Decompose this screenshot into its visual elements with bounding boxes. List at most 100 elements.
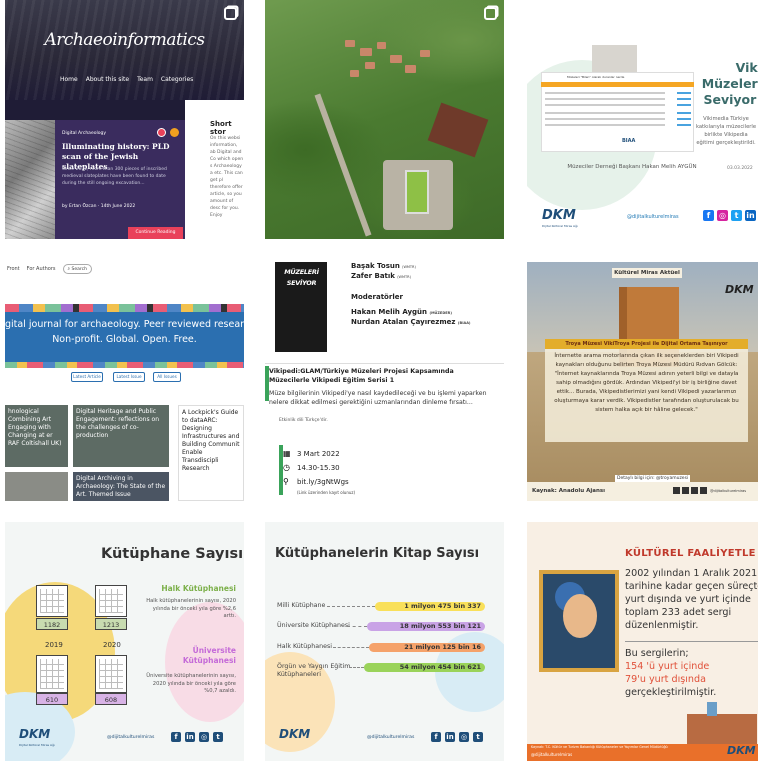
social-handle: @dijitalkulturelmiras (107, 735, 155, 740)
linkedin-icon (700, 487, 707, 494)
house (390, 55, 402, 63)
house (360, 48, 372, 56)
year-2019: 2019 (45, 641, 63, 649)
nav-team: Team (137, 76, 153, 83)
source-note: Kaynak: T.C. Kültür ve Turizm Bakanlığı … (531, 745, 668, 749)
slide-header-bar (541, 82, 694, 87)
post-troya-muzesi[interactable]: Kültürel Miras Aktüel DKM Troya Müzesi V… (527, 262, 758, 501)
details-note: Detaylı bilgi için: @troyamuzesi (615, 475, 691, 482)
slide-row (545, 104, 665, 106)
building-icon (95, 655, 127, 693)
location-pin-icon: ⚲ (283, 477, 289, 486)
post-title: Kütüphanelerin Kitap Sayısı (275, 546, 480, 561)
house (377, 42, 386, 49)
speakers: Başak Tosun (WMTR) Zafer Batık (WMTR) (351, 262, 416, 282)
all-issues-button: All Issues (153, 372, 181, 382)
social-handle: @dijitalkulturelmiras (627, 214, 679, 220)
connector-line (349, 667, 364, 668)
presenter: Müzeciler Derneği Başkanı Hakan Melih AY… (567, 164, 697, 170)
post-date: 03.03.2022 (727, 166, 753, 171)
instagram-icon: ◎ (459, 732, 469, 742)
news-body: İnternette arama motorlarında çıkan ilk … (545, 349, 748, 442)
search-box: ⌕ Search (62, 264, 92, 274)
house (345, 40, 355, 47)
latest-issue-button: Latest Issue (113, 372, 145, 382)
social-handle: @dijitalkulturelmiras (531, 752, 573, 757)
painting-face (563, 594, 597, 638)
search-label: Search (71, 267, 87, 272)
post-kutuphane-sayisi[interactable]: Kütüphane Sayısı 1182 1213 2019 2020 610… (5, 522, 244, 761)
linkedin-icon: in (445, 732, 455, 742)
post-aerial-photo[interactable] (265, 0, 504, 239)
domestic-count: 154 'ü yurt içinde (625, 661, 710, 672)
abroad-count: 79'u yurt dışında (625, 674, 706, 685)
facebook-icon (682, 487, 689, 494)
connector-line (333, 647, 369, 648)
instagram-icon (673, 487, 680, 494)
latest-article-button: Latest Article (71, 372, 103, 382)
badge-icon (157, 128, 166, 137)
color-stripe (5, 304, 244, 312)
dkm-logo: DKM (542, 208, 576, 223)
nav-home: Home (60, 76, 78, 83)
event-logo-text: MÜZELERİ SEVİYOR (284, 268, 319, 287)
banner-line-2: Non-profit. Global. Open. Free. (52, 334, 197, 345)
post-archaeoinformatics[interactable]: Archaeoinformatics Home About this site … (5, 0, 244, 239)
house (365, 62, 375, 69)
banner-line-1: gital journal for archaeology. Peer revi… (5, 319, 244, 330)
post-kulturel-faaliyetler[interactable]: KÜLTÜREL FAALİYETLE 2002 yılından 1 Aral… (527, 522, 758, 761)
breakdown-end: gerçekleştirilmiştir. (625, 687, 717, 698)
value-bar: 1 milyon 475 bin 337 (375, 602, 485, 611)
news-source: Kaynak: Anadolu Ajansı (532, 488, 606, 494)
social-handle: @dijitalkulturelmiras (367, 735, 415, 740)
dkm-logo: DKM (727, 744, 756, 757)
row-label: Örgün ve Yaygın Eğitim Kütüphaneleri (277, 663, 351, 678)
post-kitap-sayisi[interactable]: Kütüphanelerin Kitap Sayısı Milli Kütüph… (265, 522, 504, 761)
post-journal-website[interactable]: Front For Authors ⌕ Search gital journal… (5, 262, 244, 501)
article-category: Digital Archaeology (62, 131, 106, 136)
post-title: Kütüphane Sayısı (101, 546, 244, 562)
slide-row (545, 92, 665, 94)
dkm-logo: DKM (725, 283, 754, 296)
speaker-name: Zafer Batık (351, 272, 395, 280)
twitter-icon: t (213, 732, 223, 742)
clock-icon: ◷ (283, 463, 290, 472)
nav-categories: Categories (160, 76, 194, 83)
slide-row (545, 118, 665, 120)
article-card: hnological Combining Art Engaging with C… (5, 405, 68, 467)
value-bar: 18 milyon 553 bin 121 (367, 622, 485, 631)
nav-about: About this site (85, 76, 130, 83)
exhibition-text: 2002 yılından 1 Aralık 2021 tarihine kad… (625, 568, 758, 631)
event-description: Müze bilgilerinin Vikipedi'ye nasıl kayd… (269, 390, 487, 406)
instagram-icon: ◎ (717, 210, 728, 221)
event-time: 14.30-15.30 (297, 464, 340, 472)
connector-line (327, 606, 375, 607)
badge-icon (170, 128, 179, 137)
biaa-logo: BIAA (622, 138, 636, 144)
building-icon (95, 585, 127, 617)
value-bar: 54 milyon 454 bin 621 (364, 663, 485, 672)
facebook-icon: f (703, 210, 714, 221)
hero-background (5, 0, 244, 100)
slide-link (677, 124, 691, 126)
card-image (5, 472, 68, 501)
slide-row (545, 124, 665, 126)
value-bar: 21 milyon 125 bin 16 (369, 643, 485, 652)
post-vikipedi-egitim[interactable]: MÜZELERİ SEVİYOR Başak Tosun (WMTR) Zafe… (265, 262, 504, 501)
moderators-label: Moderatörler (351, 293, 403, 301)
post-title: KÜLTÜREL FAALİYETLE (625, 548, 756, 559)
house (405, 65, 416, 73)
moderator-org: (BIAA) (457, 321, 471, 325)
building-icon (36, 655, 68, 693)
connector-line (347, 626, 367, 627)
color-stripe (5, 362, 244, 368)
public-library-text: Halk kütüphanelerinin sayısı, 2020 yılın… (146, 598, 236, 619)
nav-for-authors: For Authors (26, 266, 56, 272)
post-viki-muzeleri[interactable]: Müzeleri "Bilen" olarak duranlar nerde B… (527, 0, 758, 239)
article-card: Digital Archiving in Archaeology: The St… (73, 472, 169, 501)
moderator-name: Hakan Melih Aygün (351, 308, 428, 316)
side-title: Short stor (210, 120, 232, 136)
article-card: Digital Heritage and Public Engagement: … (73, 405, 169, 467)
moderator-name: Nurdan Atalan Çayırezmez (351, 318, 456, 326)
social-handle: @dijitalkulturelmiras (710, 489, 747, 493)
